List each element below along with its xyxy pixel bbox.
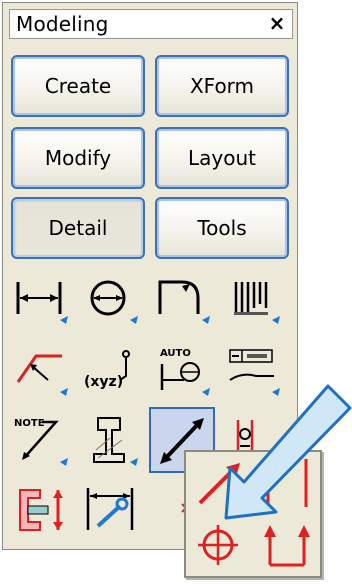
flyout-menu	[184, 450, 322, 578]
panel-titlebar[interactable]: Modeling ×	[9, 9, 293, 39]
layout-button[interactable]: Layout	[155, 127, 289, 189]
ordinate-dimension-icon[interactable]	[219, 265, 285, 331]
detail-button[interactable]: Detail	[11, 197, 145, 259]
create-button[interactable]: Create	[11, 55, 145, 117]
note-leader-icon[interactable]: NOTE	[7, 407, 73, 473]
radius-dimension-icon[interactable]	[149, 265, 215, 331]
section-view-icon[interactable]	[7, 477, 73, 543]
modify-button[interactable]: Modify	[11, 127, 145, 189]
red-arrow-icon[interactable]	[188, 454, 250, 512]
coordinate-label-icon[interactable]: (xyz)	[77, 337, 143, 403]
weld-symbol-icon[interactable]	[77, 407, 143, 473]
note-label-text: NOTE	[14, 418, 45, 429]
target-crosshair-icon[interactable]	[188, 514, 250, 572]
coordinate-label-text: (xyz)	[84, 374, 123, 390]
close-button[interactable]: ×	[266, 10, 288, 36]
diameter-dimension-icon[interactable]	[77, 265, 143, 331]
datum-feature-icon[interactable]	[219, 337, 285, 403]
auto-label-text: AUTO	[160, 348, 191, 359]
tools-button[interactable]: Tools	[155, 197, 289, 259]
auto-dimension-icon[interactable]: AUTO	[149, 337, 215, 403]
panel-title: Modeling	[16, 12, 109, 36]
leader-icon[interactable]	[7, 337, 73, 403]
xform-button[interactable]: XForm	[155, 55, 289, 117]
linear-dimension-icon[interactable]	[7, 265, 73, 331]
up-arrows-icon[interactable]	[256, 514, 318, 572]
dimension-wrench-icon[interactable]	[77, 477, 143, 543]
red-bracket-icon[interactable]	[256, 454, 318, 512]
